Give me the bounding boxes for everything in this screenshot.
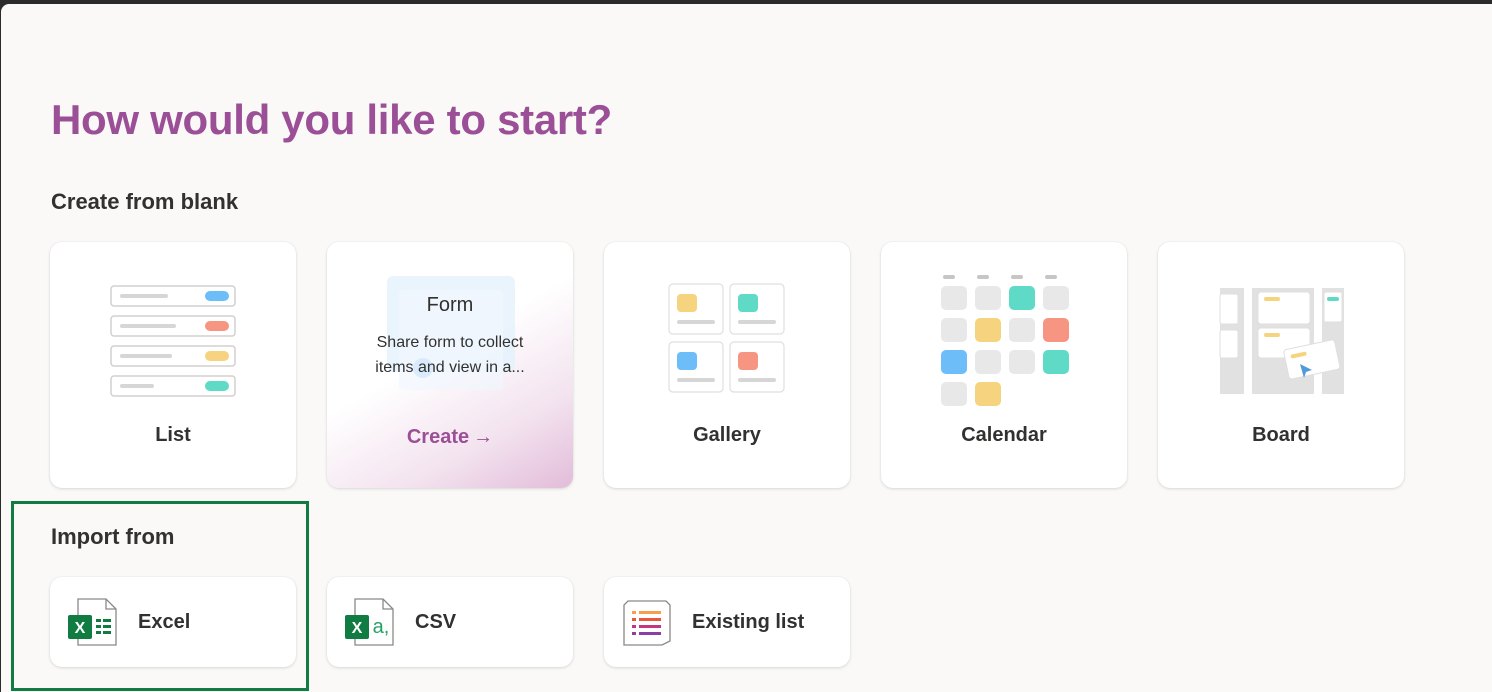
csv-file-icon: X a,: [345, 598, 394, 646]
form-create-label: Create: [406, 426, 470, 448]
board-card[interactable]: Board: [1158, 242, 1404, 488]
create-from-blank-heading: Create from blank: [51, 189, 239, 214]
gallery-card[interactable]: Gallery: [604, 242, 850, 488]
gallery-illustration-icon: [668, 283, 785, 393]
gallery-card-label: Gallery: [693, 424, 761, 446]
list-card[interactable]: List: [50, 242, 296, 488]
svg-text:X: X: [75, 620, 86, 637]
form-card-description: Share form to collect items and view in …: [375, 334, 525, 376]
import-from-heading: Import from: [51, 524, 175, 549]
board-card-label: Board: [1252, 424, 1310, 446]
board-illustration-icon: [1219, 288, 1344, 394]
import-excel-label: Excel: [138, 611, 191, 633]
form-card-title: Form: [426, 294, 474, 316]
import-csv-label: CSV: [415, 611, 457, 633]
existing-list-icon: [623, 600, 671, 646]
excel-file-icon: X: [68, 598, 117, 646]
calendar-illustration-icon: [941, 275, 1069, 406]
calendar-card-label: Calendar: [961, 424, 1047, 446]
form-card[interactable]: Form Share form to collect items and vie…: [327, 242, 573, 488]
arrow-right-icon: →: [473, 426, 494, 448]
form-create-link[interactable]: Create →: [327, 426, 573, 449]
import-existing-list-button[interactable]: Existing list: [604, 577, 850, 667]
list-illustration-icon: [110, 285, 236, 397]
start-dialog: How would you like to start? Create from…: [1, 4, 1492, 692]
svg-text:X: X: [352, 620, 363, 637]
page-title: How would you like to start?: [51, 96, 612, 143]
import-csv-button[interactable]: X a, CSV: [327, 577, 573, 667]
svg-text:a,: a,: [373, 616, 390, 638]
import-excel-button[interactable]: X Excel: [50, 577, 296, 667]
list-card-label: List: [155, 424, 191, 446]
import-existing-list-label: Existing list: [692, 611, 805, 633]
calendar-card[interactable]: Calendar: [881, 242, 1127, 488]
